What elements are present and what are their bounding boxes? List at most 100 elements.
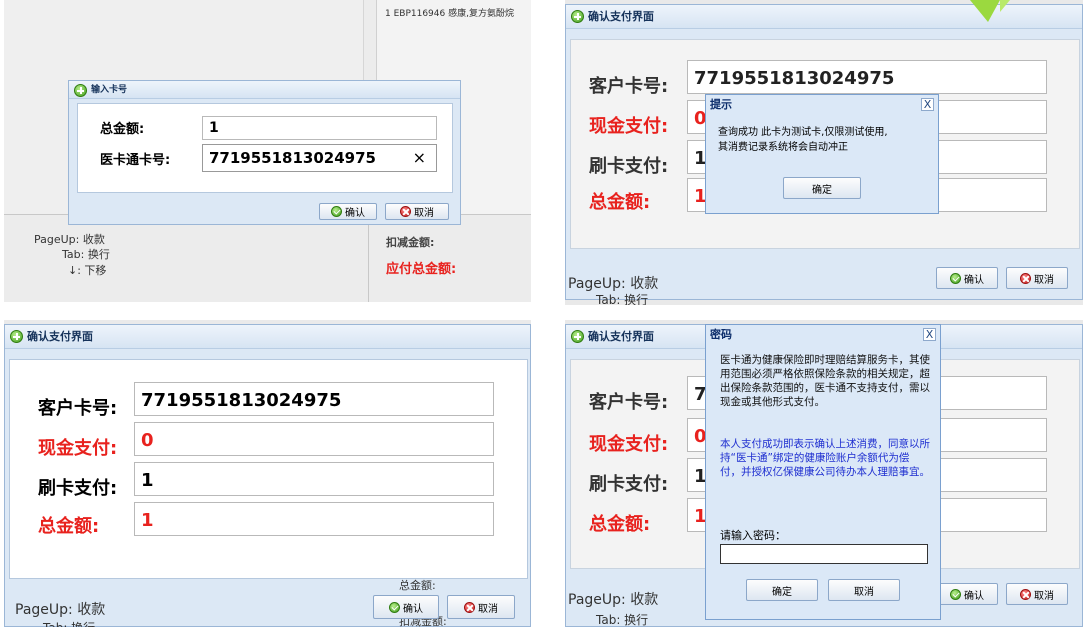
check-icon: [331, 206, 342, 217]
cash-label: 现金支付:: [38, 438, 118, 459]
check-icon: [950, 588, 961, 600]
cancel-button-label: 取消: [1034, 590, 1054, 602]
total-field[interactable]: 1: [202, 116, 437, 140]
card-value: 7719551813024975: [694, 68, 895, 89]
card-number-value: 7719551813024975: [209, 149, 376, 167]
clear-icon[interactable]: ×: [413, 148, 426, 167]
panel-card-input: 1 EBP116946 感康,复方氨酚烷 PageUp: 收款 Tab: 换行 …: [4, 0, 531, 302]
close-icon[interactable]: X: [923, 328, 936, 341]
card-label: 客户卡号:: [589, 392, 669, 413]
total-label: 总金额:: [589, 192, 651, 213]
dialog-title: 确认支付界面: [588, 330, 654, 343]
total-value: 1: [141, 510, 154, 531]
terms-paragraph: 医卡通为健康保险即时理赔结算服务卡，其使用范围必须严格依照保险条款的相关规定，超…: [720, 354, 930, 408]
cancel-icon: [1020, 588, 1031, 600]
card-field[interactable]: 7719551813024975: [687, 60, 1047, 94]
arrow-fragment-icon: [970, 0, 1010, 22]
dialog-title: 输入卡号: [91, 85, 128, 95]
dialog-titlebar[interactable]: 确认支付界面: [5, 325, 530, 349]
consent-paragraph: 本人支付成功即表示确认上述消费，同意以所持“医卡通”绑定的健康险账户余额代为偿付…: [720, 438, 930, 478]
swipe-field[interactable]: 1: [134, 462, 494, 496]
swipe-label: 刷卡支付:: [589, 474, 669, 495]
faint-hint-tab: Tab: 换行: [596, 613, 649, 627]
cancel-icon: [1020, 272, 1031, 284]
popup-ok-button[interactable]: 确定: [746, 579, 818, 601]
popup-message-line1: 查询成功 此卡为测试卡,仅限测试使用,: [718, 127, 888, 138]
total-field[interactable]: 1: [134, 502, 494, 536]
popup-title: 密码: [710, 328, 732, 341]
cash-label: 现金支付:: [589, 434, 669, 455]
total-label: 总金额:: [589, 514, 651, 535]
popup-cancel-button[interactable]: 取消: [828, 579, 900, 601]
cash-label: 现金支付:: [589, 116, 669, 137]
ok-button[interactable]: 确认: [319, 203, 377, 220]
cancel-icon: [400, 206, 411, 217]
dialog-titlebar[interactable]: 输入卡号: [69, 81, 460, 99]
cancel-icon: [464, 601, 475, 613]
deduct-label: 扣减金额:: [386, 236, 435, 249]
password-popup: 密码 X 医卡通为健康保险即时理赔结算服务卡，其使用范围必须严格依照保险条款的相…: [705, 324, 941, 620]
total-label: 总金额:: [100, 122, 145, 137]
hint-pageup: PageUp: 收款: [34, 233, 105, 246]
payable-label: 应付总金额:: [386, 262, 457, 277]
cancel-button-label: 取消: [478, 603, 498, 615]
cancel-button[interactable]: 取消: [1006, 267, 1068, 289]
card-input-dialog: 输入卡号 总金额: 1 医卡通卡号: 7719551813024975 × 确认…: [68, 80, 461, 225]
cancel-button[interactable]: 取消: [385, 203, 449, 220]
cancel-button[interactable]: 取消: [447, 595, 515, 619]
password-label: 请输入密码：: [720, 529, 786, 542]
dialog-body: 总金额: 1 医卡通卡号: 7719551813024975 ×: [77, 103, 453, 193]
popup-ok-label: 确定: [812, 184, 832, 196]
ok-button[interactable]: 确认: [373, 595, 439, 619]
popup-body: 查询成功 此卡为测试卡,仅限测试使用, 其消费记录系统将会自动冲正 确定: [710, 115, 934, 211]
list-row[interactable]: 1 EBP116946 感康,复方氨酚烷: [385, 6, 514, 19]
ok-button-label: 确认: [964, 274, 984, 286]
check-icon: [950, 272, 961, 284]
cancel-button[interactable]: 取消: [1006, 583, 1068, 605]
faint-hint-pageup: PageUp: 收款: [568, 592, 659, 608]
popup-title: 提示: [710, 98, 732, 111]
cash-value: 0: [141, 430, 154, 451]
ok-button-label: 确认: [964, 590, 984, 602]
swipe-label: 刷卡支付:: [589, 156, 669, 177]
card-number-field[interactable]: 7719551813024975 ×: [202, 144, 437, 172]
faint-hint-pageup: PageUp: 收款: [15, 602, 106, 618]
hint-tab: Tab: 换行: [62, 248, 110, 261]
popup-message-line2: 其消费记录系统将会自动冲正: [718, 142, 848, 153]
password-input[interactable]: [720, 544, 928, 564]
panel-confirm-payment: 确认支付界面 客户卡号: 7719551813024975 现金支付: 0 刷卡…: [4, 320, 531, 627]
card-number-label: 医卡通卡号:: [100, 153, 171, 168]
popup-body: 医卡通为健康保险即时理赔结算服务卡，其使用范围必须严格依照保险条款的相关规定，超…: [710, 347, 936, 617]
dialog-title: 确认支付界面: [27, 330, 93, 343]
card-field[interactable]: 7719551813024975: [134, 382, 494, 416]
plus-icon: [74, 84, 87, 97]
swipe-value: 1: [141, 470, 154, 491]
hint-down: ↓: 下移: [68, 264, 107, 277]
total-label: 总金额:: [38, 516, 100, 537]
popup-ok-label: 确定: [772, 586, 792, 598]
card-value: 7719551813024975: [141, 390, 342, 411]
card-label: 客户卡号:: [38, 398, 118, 419]
faint-hint-tab: Tab: 换行: [43, 619, 95, 627]
dialog-body: 客户卡号: 7719551813024975 现金支付: 0 刷卡支付: 1 总…: [9, 359, 528, 579]
panel-password: 确认支付界面 客户卡号: 7 现金支付: 0 刷卡支付: 1 总金额: 1 Pa…: [565, 320, 1083, 627]
ok-button[interactable]: 确认: [936, 583, 998, 605]
confirm-payment-dialog: 确认支付界面 客户卡号: 7719551813024975 现金支付: 0 刷卡…: [4, 324, 531, 627]
plus-icon: [571, 10, 584, 23]
dialog-title: 确认支付界面: [588, 10, 654, 23]
plus-icon: [10, 330, 23, 343]
panel-confirm-query: 确认支付界面 客户卡号: 7719551813024975 现金支付: 0 刷卡…: [565, 0, 1083, 305]
ok-button[interactable]: 确认: [936, 267, 998, 289]
ok-button-label: 确认: [403, 603, 423, 615]
check-icon: [389, 601, 400, 613]
plus-icon: [571, 330, 584, 343]
close-icon[interactable]: X: [921, 98, 934, 111]
cancel-button-label: 取消: [414, 208, 434, 219]
prompt-popup: 提示 X 查询成功 此卡为测试卡,仅限测试使用, 其消费记录系统将会自动冲正 确…: [705, 94, 939, 214]
popup-cancel-label: 取消: [854, 586, 874, 598]
swipe-label: 刷卡支付:: [38, 478, 118, 499]
faint-total-label: 总金额:: [399, 579, 436, 592]
faint-hint-tab: Tab: 换行: [596, 293, 649, 305]
popup-ok-button[interactable]: 确定: [783, 177, 861, 199]
cash-field[interactable]: 0: [134, 422, 494, 456]
